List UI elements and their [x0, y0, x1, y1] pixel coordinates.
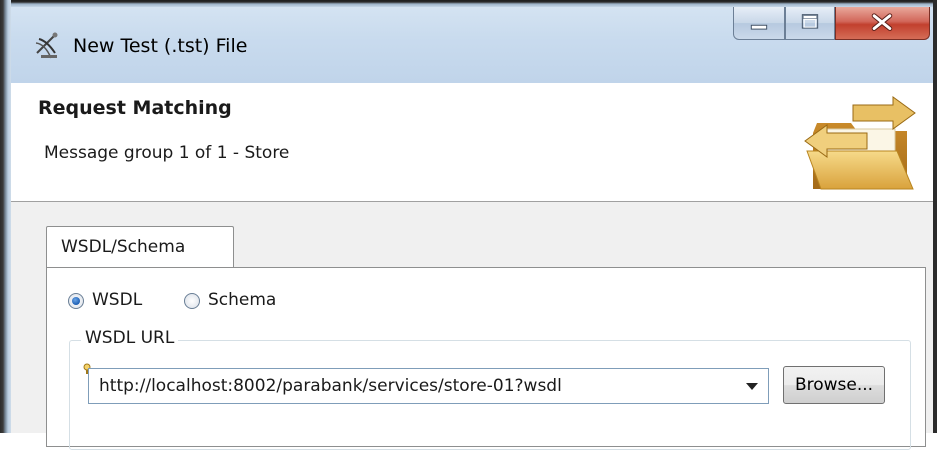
maximize-icon: [801, 14, 819, 29]
browse-button[interactable]: Browse...: [783, 366, 885, 404]
page-subtitle: Message group 1 of 1 - Store: [44, 143, 290, 163]
caption-buttons: [733, 7, 933, 42]
folder-exchange-icon: [804, 96, 916, 190]
wsdl-radio-label[interactable]: WSDL: [92, 290, 142, 310]
minimize-icon: [750, 24, 768, 30]
minimize-button[interactable]: [733, 7, 785, 40]
chevron-down-icon[interactable]: [746, 383, 758, 390]
close-button[interactable]: [835, 7, 930, 40]
window-frame-left: [0, 0, 11, 433]
window-title: New Test (.tst) File: [73, 35, 248, 57]
maximize-button[interactable]: [785, 7, 835, 40]
wsdl-radio[interactable]: [68, 293, 84, 309]
wizard-header: Request Matching Message group 1 of 1 - …: [11, 83, 933, 202]
window-frame-top: [0, 0, 937, 7]
wsdl-url-combo[interactable]: http://localhost:8002/parabank/services/…: [88, 368, 769, 404]
schema-radio[interactable]: [184, 293, 200, 309]
schema-radio-label[interactable]: Schema: [208, 290, 276, 310]
wsdl-url-value[interactable]: http://localhost:8002/parabank/services/…: [99, 376, 562, 396]
window-frame-right: [933, 0, 937, 433]
satellite-dish-icon: [35, 32, 58, 59]
wizard-content: WSDL/Schema WSDL Schema WSDL URL http://…: [11, 202, 933, 450]
tab-wsdl-schema[interactable]: WSDL/Schema: [46, 226, 234, 268]
tab-label: WSDL/Schema: [61, 237, 186, 257]
title-bar[interactable]: New Test (.tst) File: [11, 7, 933, 83]
page-title: Request Matching: [38, 97, 232, 119]
wsdl-url-legend: WSDL URL: [81, 328, 179, 348]
close-icon: [871, 13, 893, 31]
